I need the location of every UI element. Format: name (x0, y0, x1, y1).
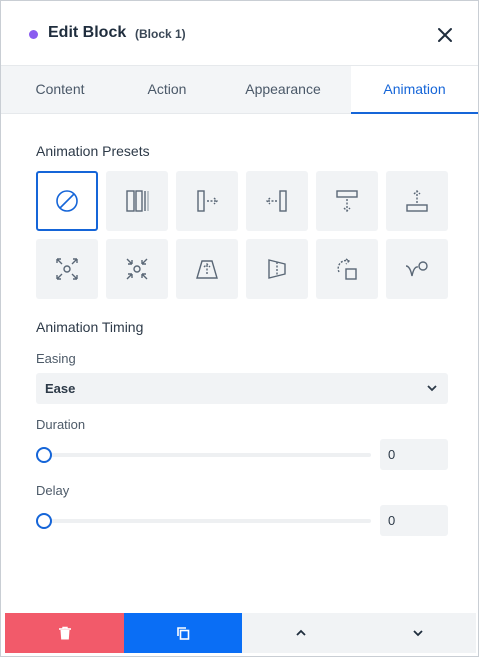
preset-flip-side[interactable] (246, 239, 308, 299)
chevron-down-icon (427, 385, 437, 392)
duplicate-button[interactable] (124, 613, 242, 653)
block-action-bar (5, 613, 476, 653)
preset-bounce[interactable] (386, 239, 448, 299)
preset-slide-up[interactable] (386, 171, 448, 231)
preset-rotate[interactable] (316, 239, 378, 299)
move-down-button[interactable] (359, 613, 476, 653)
preset-zoom-in[interactable] (106, 239, 168, 299)
rotate-icon (337, 258, 357, 280)
panel-header: Edit Block (Block 1) (1, 1, 478, 65)
tab-bar: Content Action Appearance Animation (1, 65, 478, 114)
duration-slider-track[interactable] (43, 453, 371, 457)
block-color-dot (29, 30, 38, 39)
slide-down-icon (336, 190, 358, 212)
delay-label: Delay (36, 483, 70, 498)
slide-right-icon (197, 190, 218, 212)
preset-slide-left[interactable] (246, 171, 308, 231)
chevron-down-icon (412, 630, 423, 637)
timing-title: Animation Timing (36, 319, 144, 335)
preset-flip-up[interactable] (176, 239, 238, 299)
preset-slide-down[interactable] (316, 171, 378, 231)
flip-up-icon (196, 260, 218, 279)
edit-block-panel: Edit Block (Block 1) Content Action Appe… (0, 0, 479, 657)
delay-slider-thumb[interactable] (36, 513, 52, 529)
zoom-out-icon (56, 258, 78, 280)
tab-appearance[interactable]: Appearance (215, 66, 351, 114)
duplicate-icon (177, 627, 190, 640)
easing-select[interactable]: Ease (36, 373, 448, 404)
delay-slider-track[interactable] (43, 519, 371, 523)
preset-none[interactable] (36, 171, 98, 231)
trash-icon (58, 626, 71, 640)
duration-slider-thumb[interactable] (36, 447, 52, 463)
slide-up-icon (406, 190, 428, 212)
tab-content[interactable]: Content (1, 66, 119, 114)
tab-animation[interactable]: Animation (351, 66, 478, 114)
delay-input[interactable] (380, 505, 448, 536)
fade-bars-icon (126, 190, 149, 212)
close-icon[interactable] (433, 23, 457, 47)
preset-zoom-out[interactable] (36, 239, 98, 299)
preset-fade[interactable] (106, 171, 168, 231)
tab-action[interactable]: Action (119, 66, 215, 114)
none-icon (56, 190, 78, 212)
slide-left-icon (266, 190, 287, 212)
duration-input[interactable] (380, 439, 448, 470)
panel-title: Edit Block (48, 24, 127, 41)
easing-value: Ease (45, 381, 76, 396)
preset-slide-right[interactable] (176, 171, 238, 231)
zoom-in-icon (126, 258, 148, 280)
easing-label: Easing (36, 351, 76, 366)
delete-button[interactable] (5, 613, 124, 653)
duration-label: Duration (36, 417, 86, 432)
panel-subtitle: (Block 1) (135, 27, 186, 41)
chevron-up-icon (295, 629, 306, 636)
presets-title: Animation Presets (36, 143, 150, 159)
bounce-icon (405, 261, 428, 277)
flip-side-icon (268, 259, 286, 279)
move-up-button[interactable] (242, 613, 359, 653)
